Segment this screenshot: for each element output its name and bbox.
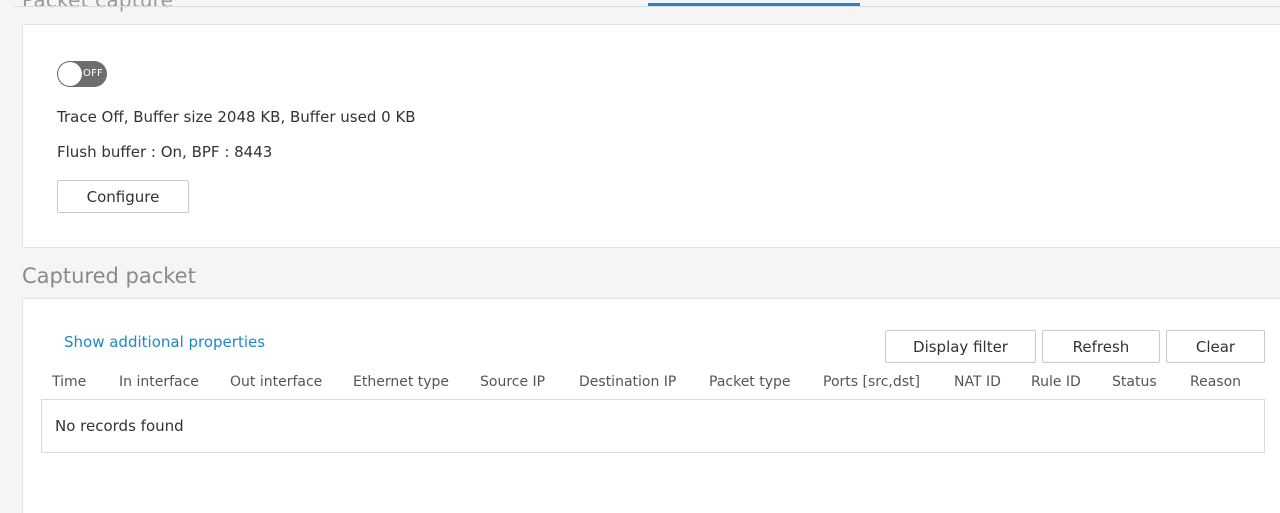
column-header-reason[interactable]: Reason (1190, 374, 1241, 390)
clear-button[interactable]: Clear (1166, 330, 1265, 363)
column-header-packet-type[interactable]: Packet type (709, 374, 791, 390)
column-header-status[interactable]: Status (1112, 374, 1157, 390)
column-header-in-interface[interactable]: In interface (119, 374, 199, 390)
column-header-time[interactable]: Time (52, 374, 86, 390)
captured-packet-heading: Captured packet (22, 264, 196, 288)
packet-capture-panel (22, 24, 1280, 248)
column-header-nat-id[interactable]: NAT ID (954, 374, 1001, 390)
column-header-ports[interactable]: Ports [src,dst] (823, 374, 920, 390)
capture-settings-text: Flush buffer : On, BPF : 8443 (57, 143, 273, 161)
trace-status-text: Trace Off, Buffer size 2048 KB, Buffer u… (57, 108, 416, 126)
column-header-destination-ip[interactable]: Destination IP (579, 374, 676, 390)
column-header-out-interface[interactable]: Out interface (230, 374, 322, 390)
show-additional-properties-link[interactable]: Show additional properties (64, 333, 265, 351)
toggle-state-label: OFF (83, 68, 103, 79)
refresh-button[interactable]: Refresh (1042, 330, 1160, 363)
packet-table-body: No records found (41, 399, 1265, 453)
configure-button[interactable]: Configure (57, 180, 189, 213)
toggle-knob (58, 62, 82, 86)
column-header-ethernet-type[interactable]: Ethernet type (353, 374, 449, 390)
active-tab-indicator (648, 3, 860, 6)
column-header-rule-id[interactable]: Rule ID (1031, 374, 1081, 390)
column-header-source-ip[interactable]: Source IP (480, 374, 545, 390)
display-filter-button[interactable]: Display filter (885, 330, 1036, 363)
no-records-message: No records found (55, 417, 184, 435)
divider (14, 6, 1280, 7)
packet-capture-toggle[interactable]: OFF (57, 61, 107, 87)
